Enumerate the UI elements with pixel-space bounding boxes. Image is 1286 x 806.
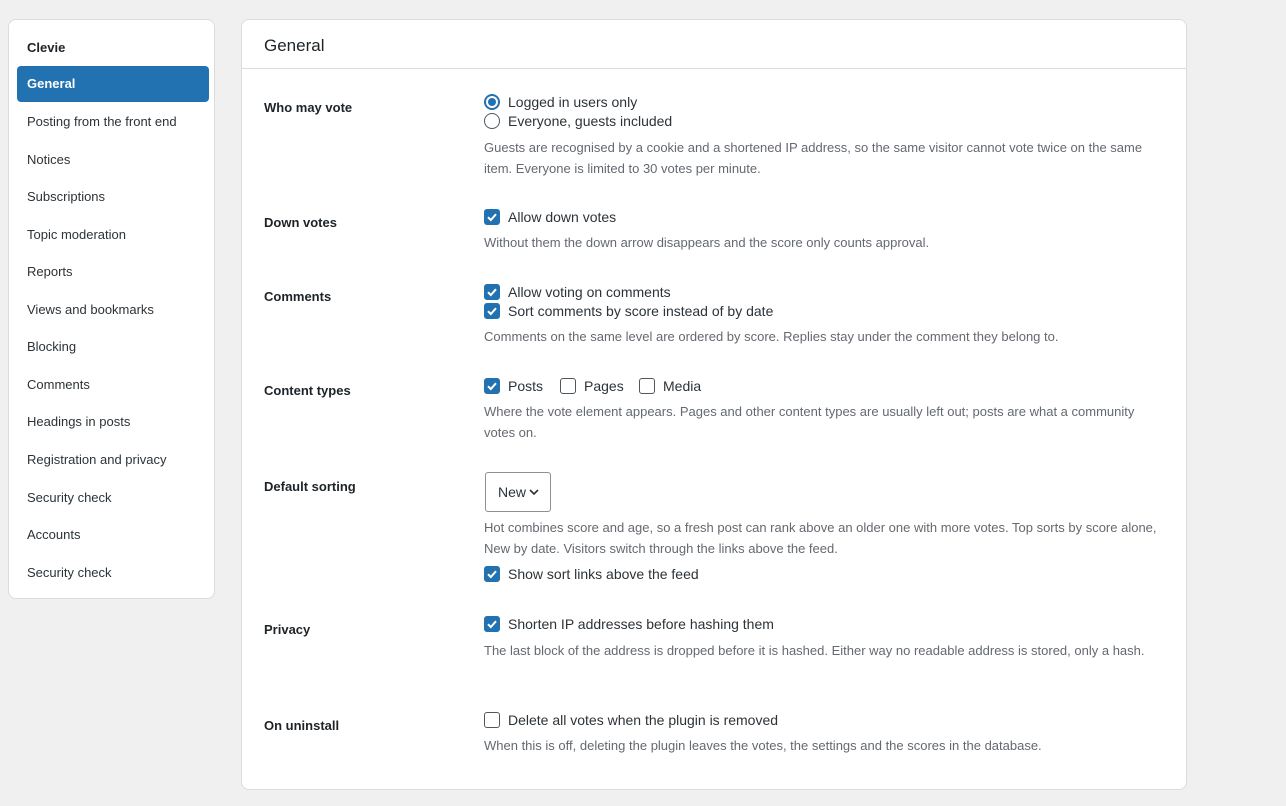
sidebar-brand: Clevie <box>27 40 66 55</box>
checkbox-checked-icon[interactable] <box>484 566 500 582</box>
checkbox-label: Show sort links above the feed <box>508 566 699 582</box>
on-uninstall-description: When this is off, deleting the plugin le… <box>484 738 1042 753</box>
checkbox-unchecked-icon[interactable] <box>639 378 655 394</box>
radio-selected-icon[interactable] <box>484 94 500 110</box>
privacy-description: The last block of the address is dropped… <box>484 643 1145 658</box>
sidebar-item-reports[interactable]: Reports <box>17 254 209 290</box>
checkbox-label: Allow down votes <box>508 209 617 225</box>
default-sorting-description: Hot combines score and age, so a fresh p… <box>484 520 1157 556</box>
down-votes-label: Down votes <box>264 215 337 230</box>
comments-description: Comments on the same level are ordered b… <box>484 329 1059 344</box>
on-uninstall-label: On uninstall <box>264 718 340 733</box>
sidebar-item-blocking[interactable]: Blocking <box>17 329 209 365</box>
radio-label: Logged in users only <box>508 94 638 110</box>
sidebar-item-headings[interactable]: Headings in posts <box>17 404 209 440</box>
checkbox-sort-comments-by-score[interactable]: Sort comments by score instead of by dat… <box>484 303 773 319</box>
content-types-description: Where the vote element appears. Pages an… <box>484 404 1135 440</box>
radio-everyone-guests[interactable]: Everyone, guests included <box>484 113 672 129</box>
checkbox-label: Posts <box>508 378 544 394</box>
settings-panel: General Who may vote Logged in users onl… <box>241 19 1187 790</box>
sidebar-item-registration-privacy[interactable]: Registration and privacy <box>17 442 209 478</box>
checkbox-unchecked-icon[interactable] <box>484 712 500 728</box>
checkbox-label: Shorten IP addresses before hashing them <box>508 616 774 632</box>
panel-header: General <box>242 20 1186 69</box>
radio-logged-in-only[interactable]: Logged in users only <box>484 94 637 110</box>
checkbox-label: Pages <box>584 378 624 394</box>
who-may-vote-label: Who may vote <box>264 100 353 115</box>
checkbox-checked-icon[interactable] <box>484 284 500 300</box>
sidebar-item-security-check-2[interactable]: Security check <box>17 555 209 591</box>
sidebar-item-posting-front-end[interactable]: Posting from the front end <box>17 104 209 140</box>
chevron-down-icon <box>529 489 539 496</box>
checkbox-checked-icon[interactable] <box>484 616 500 632</box>
checkbox-pages[interactable]: Pages <box>560 378 624 394</box>
default-sorting-label: Default sorting <box>264 479 356 494</box>
settings-sidebar: Clevie General Posting from the front en… <box>8 19 215 599</box>
checkbox-shorten-ip[interactable]: Shorten IP addresses before hashing them <box>484 616 774 632</box>
checkbox-checked-icon[interactable] <box>484 303 500 319</box>
down-votes-description: Without them the down arrow disappears a… <box>484 235 930 250</box>
checkbox-label: Allow voting on comments <box>508 284 671 300</box>
checkbox-label: Sort comments by score instead of by dat… <box>508 303 774 319</box>
sidebar-item-accounts[interactable]: Accounts <box>17 517 209 553</box>
sidebar-item-topic-moderation[interactable]: Topic moderation <box>17 217 209 253</box>
checkbox-media[interactable]: Media <box>639 378 701 394</box>
sidebar-item-security-check[interactable]: Security check <box>17 480 209 516</box>
checkbox-checked-icon[interactable] <box>484 378 500 394</box>
checkbox-delete-votes[interactable]: Delete all votes when the plugin is remo… <box>484 712 778 728</box>
sidebar-item-notices[interactable]: Notices <box>17 142 209 178</box>
checkbox-posts[interactable]: Posts <box>484 378 543 394</box>
sidebar-item-comments[interactable]: Comments <box>17 367 209 403</box>
who-may-vote-description: Guests are recognised by a cookie and a … <box>484 140 1143 176</box>
select-value: New <box>498 484 527 500</box>
checkbox-show-sort-links[interactable]: Show sort links above the feed <box>484 566 699 582</box>
content-types-label: Content types <box>264 383 351 398</box>
radio-unselected-icon[interactable] <box>484 113 500 129</box>
sidebar-item-views-bookmarks[interactable]: Views and bookmarks <box>17 292 209 328</box>
sidebar-item-general[interactable]: General <box>17 66 209 102</box>
comments-label: Comments <box>264 289 332 304</box>
page-title: General <box>264 36 325 55</box>
checkbox-voting-on-comments[interactable]: Allow voting on comments <box>484 284 671 300</box>
privacy-label: Privacy <box>264 622 311 637</box>
default-sorting-select[interactable]: New <box>485 472 551 512</box>
radio-label: Everyone, guests included <box>508 113 673 129</box>
checkbox-unchecked-icon[interactable] <box>560 378 576 394</box>
checkbox-checked-icon[interactable] <box>484 209 500 225</box>
checkbox-label: Delete all votes when the plugin is remo… <box>508 712 779 728</box>
checkbox-allow-down-votes[interactable]: Allow down votes <box>484 209 616 225</box>
checkbox-label: Media <box>663 378 702 394</box>
sidebar-item-subscriptions[interactable]: Subscriptions <box>17 179 209 215</box>
